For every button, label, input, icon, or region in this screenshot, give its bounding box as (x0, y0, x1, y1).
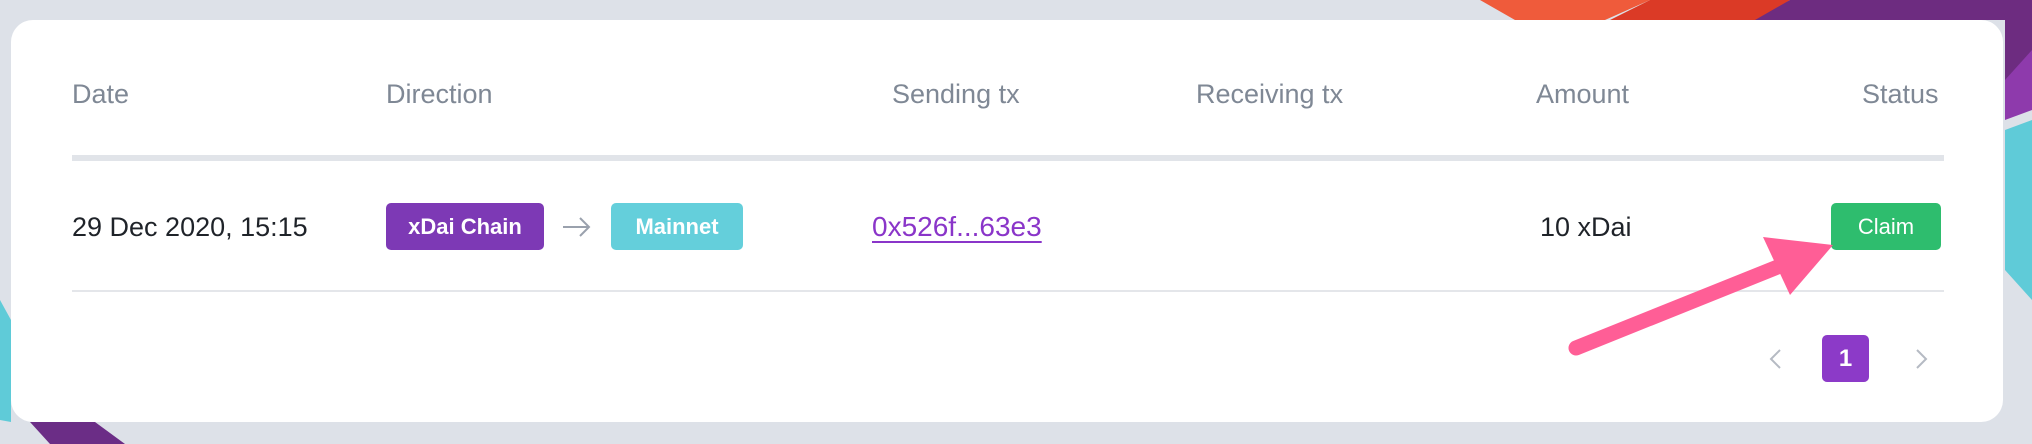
to-chain-badge: Mainnet (611, 203, 743, 250)
from-chain-badge: xDai Chain (386, 203, 544, 250)
header-direction: Direction (386, 79, 493, 109)
sending-tx-link[interactable]: 0x526f...63e3 (872, 210, 1042, 244)
page-button-current[interactable]: 1 (1822, 335, 1869, 382)
header-date: Date (72, 79, 130, 109)
chevron-left-icon[interactable] (1766, 347, 1786, 371)
row-divider (72, 290, 1944, 292)
row-amount: 10 xDai (1540, 212, 1632, 242)
arrow-right-icon (563, 217, 591, 237)
header-amount: Amount (1536, 79, 1630, 109)
header-status: Status (1862, 79, 1939, 109)
claim-button[interactable]: Claim (1831, 203, 1941, 250)
bridge-history-card: Date Direction Sending tx Receiving tx A… (11, 20, 2003, 422)
row-date: 29 Dec 2020, 15:15 (72, 212, 308, 242)
chevron-right-icon[interactable] (1911, 347, 1931, 371)
header-sending-tx: Sending tx (892, 79, 1020, 109)
header-receiving-tx: Receiving tx (1196, 79, 1344, 109)
header-divider (72, 155, 1944, 161)
